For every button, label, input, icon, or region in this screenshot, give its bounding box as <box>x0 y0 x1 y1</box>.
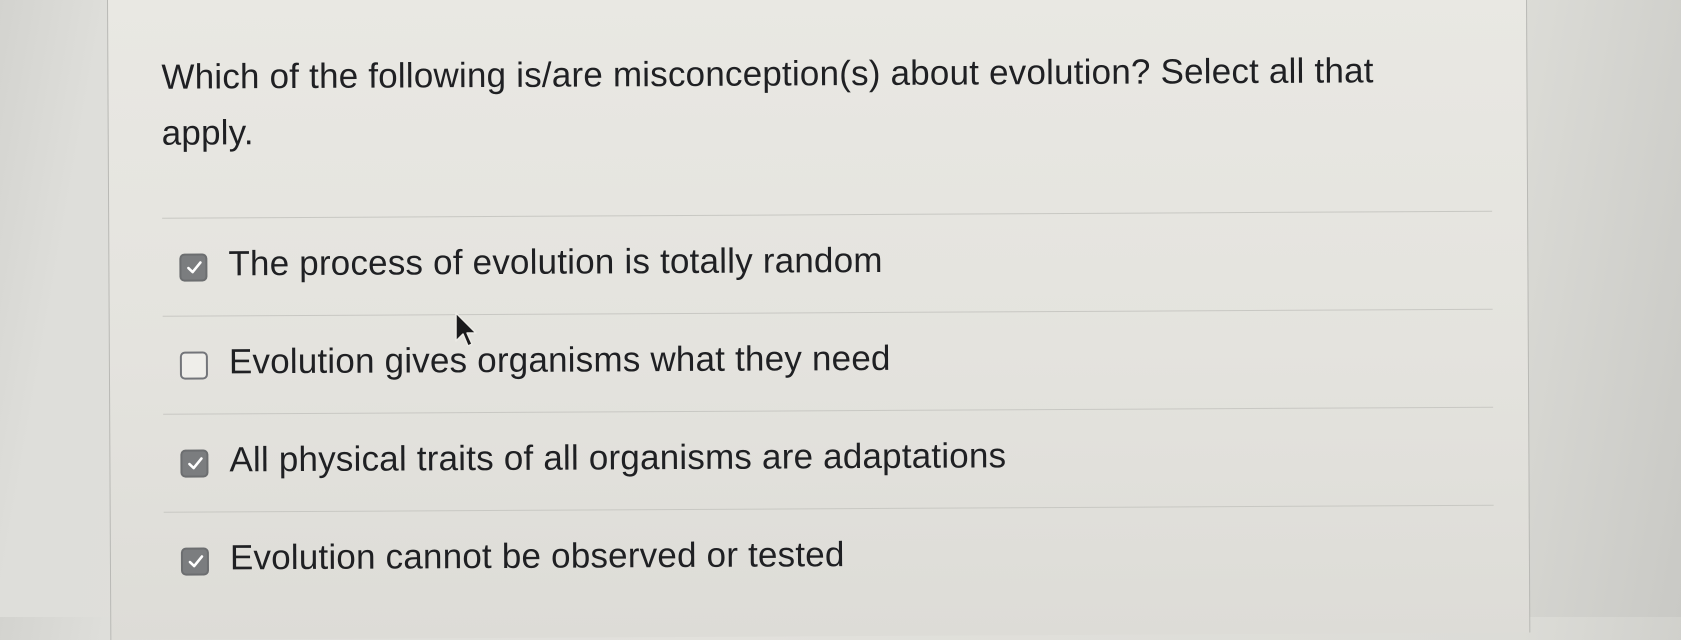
check-icon <box>187 260 202 273</box>
answer-checkbox-3[interactable] <box>180 448 209 478</box>
answer-option-label: The process of evolution is totally rand… <box>228 240 883 283</box>
question-text: Which of the following is/are misconcept… <box>161 51 1374 153</box>
answer-option-2[interactable]: Evolution gives organisms what they need <box>162 309 1494 415</box>
answer-option-label: Evolution cannot be observed or tested <box>229 535 845 578</box>
check-icon <box>188 555 204 568</box>
answer-option-3[interactable]: All physical traits of all organisms are… <box>163 407 1494 513</box>
answer-option-label: Evolution gives organisms what they need <box>228 338 891 381</box>
answer-checkbox-4[interactable] <box>180 547 210 576</box>
answer-option-4[interactable]: Evolution cannot be observed or tested <box>164 506 1494 611</box>
answer-option-1[interactable]: The process of evolution is totally rand… <box>162 211 1493 317</box>
answer-checkbox-1[interactable] <box>179 252 208 282</box>
answer-option-label: All physical traits of all organisms are… <box>229 435 1007 479</box>
answer-options-list: The process of evolution is totally rand… <box>162 210 1495 611</box>
question-card: Which of the following is/are misconcept… <box>107 0 1531 640</box>
check-icon <box>188 456 203 469</box>
answer-checkbox-2[interactable] <box>179 350 208 380</box>
